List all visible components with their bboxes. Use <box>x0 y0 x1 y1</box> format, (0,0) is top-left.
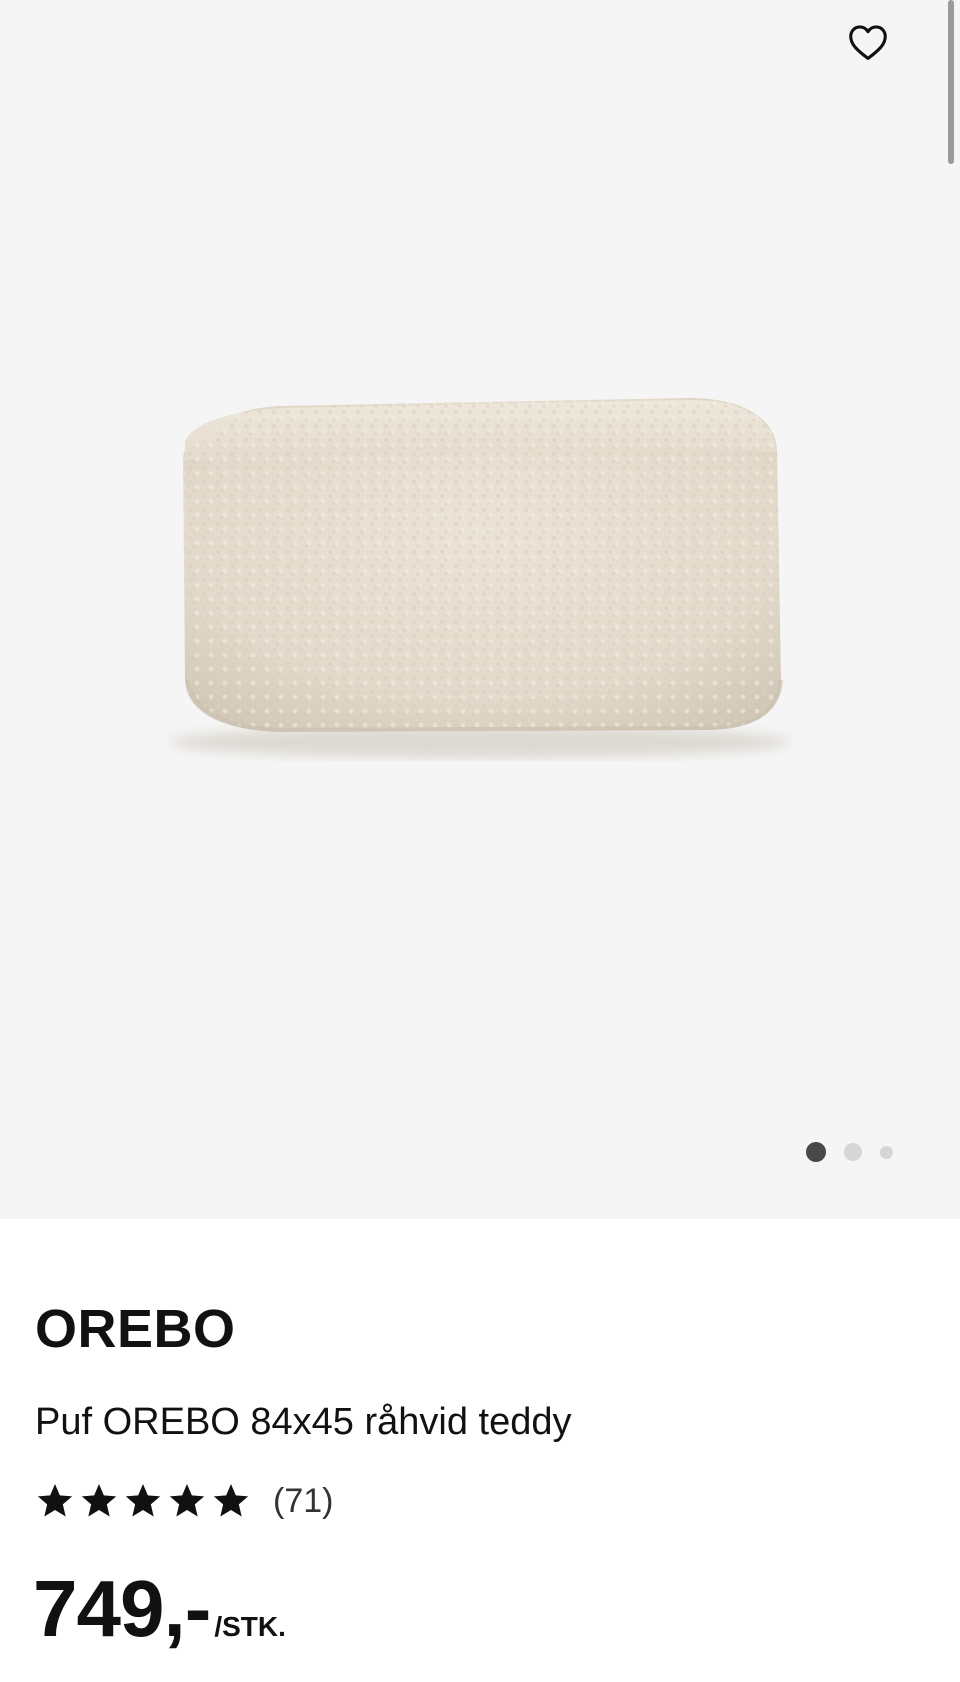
star-icon <box>79 1481 119 1521</box>
star-icon <box>123 1481 163 1521</box>
product-gallery[interactable] <box>0 0 960 1219</box>
star-icon <box>167 1481 207 1521</box>
price-unit: /STK. <box>214 1611 286 1642</box>
star-icon <box>211 1481 251 1521</box>
product-image[interactable] <box>145 380 815 775</box>
pagination-dot-3[interactable] <box>880 1145 893 1159</box>
product-info: OREBO Puf OREBO 84x45 råhvid teddy (71) … <box>0 1219 960 1682</box>
pagination-dot-1[interactable] <box>806 1142 826 1162</box>
product-rating[interactable]: (71) <box>35 1479 333 1523</box>
heart-outline-icon <box>849 25 887 60</box>
rating-stars <box>35 1481 251 1521</box>
price-value: 749,- <box>33 1564 211 1653</box>
scrollbar[interactable] <box>948 0 954 164</box>
product-price: 749,- /STK. <box>33 1564 286 1654</box>
favorite-button[interactable] <box>838 12 898 72</box>
image-pagination <box>806 1140 906 1164</box>
review-count[interactable]: (71) <box>273 1482 333 1521</box>
star-icon <box>35 1481 75 1521</box>
product-brand: OREBO <box>35 1299 236 1359</box>
pagination-dot-2[interactable] <box>844 1143 862 1161</box>
product-description: Puf OREBO 84x45 råhvid teddy <box>35 1401 572 1443</box>
